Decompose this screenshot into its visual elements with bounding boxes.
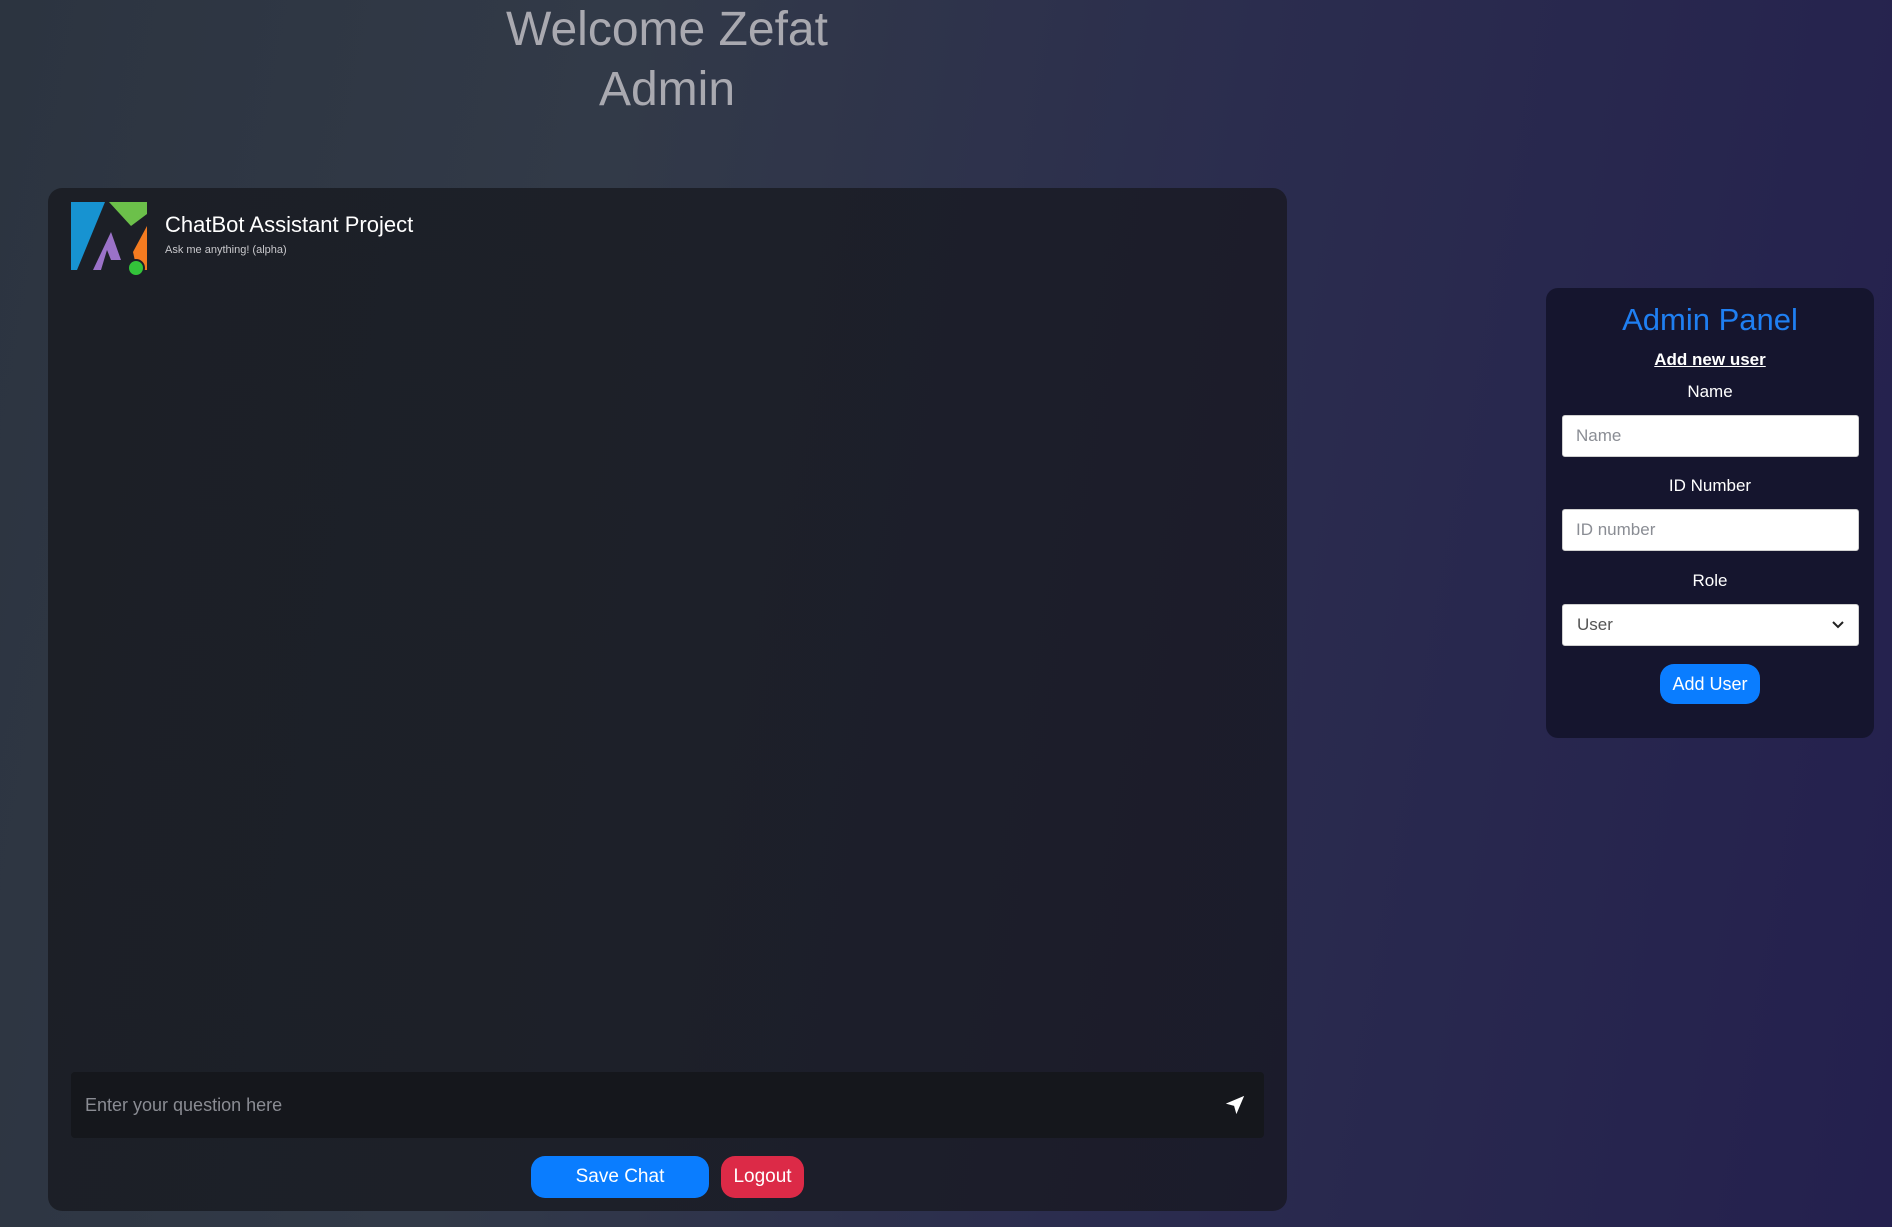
chat-actions: Save Chat Logout [48,1156,1287,1198]
role-select-value: User [1577,615,1613,634]
add-user-button[interactable]: Add User [1660,664,1760,704]
id-number-field[interactable] [1562,509,1859,551]
chevron-down-icon [1832,621,1844,629]
id-number-label: ID Number [1668,476,1752,495]
page-title: Welcome Zefat Admin [506,3,828,116]
paper-plane-icon [1225,1095,1245,1115]
add-new-user-link[interactable]: Add new user [1546,350,1874,370]
save-chat-button[interactable]: Save Chat [531,1156,709,1198]
name-field[interactable] [1562,415,1859,457]
admin-panel: Admin Panel Add new user Name ID Number … [1546,288,1874,738]
admin-panel-title: Admin Panel [1622,302,1798,337]
role-label: Role [1692,571,1728,590]
name-label: Name [1687,382,1733,401]
online-status-dot [127,259,145,277]
chat-panel: ChatBot Assistant Project Ask me anythin… [48,188,1287,1211]
logout-button[interactable]: Logout [721,1156,804,1198]
message-area [71,288,1264,1061]
chat-header: ChatBot Assistant Project Ask me anythin… [71,202,1264,278]
chat-title: ChatBot Assistant Project [165,212,414,237]
send-button[interactable] [1216,1086,1254,1124]
chat-subtitle: Ask me anything! (alpha) [165,244,287,256]
role-select[interactable]: User [1562,604,1859,646]
question-input-bar [71,1072,1264,1138]
question-input[interactable] [71,1072,1191,1138]
chatbot-logo [71,202,147,277]
